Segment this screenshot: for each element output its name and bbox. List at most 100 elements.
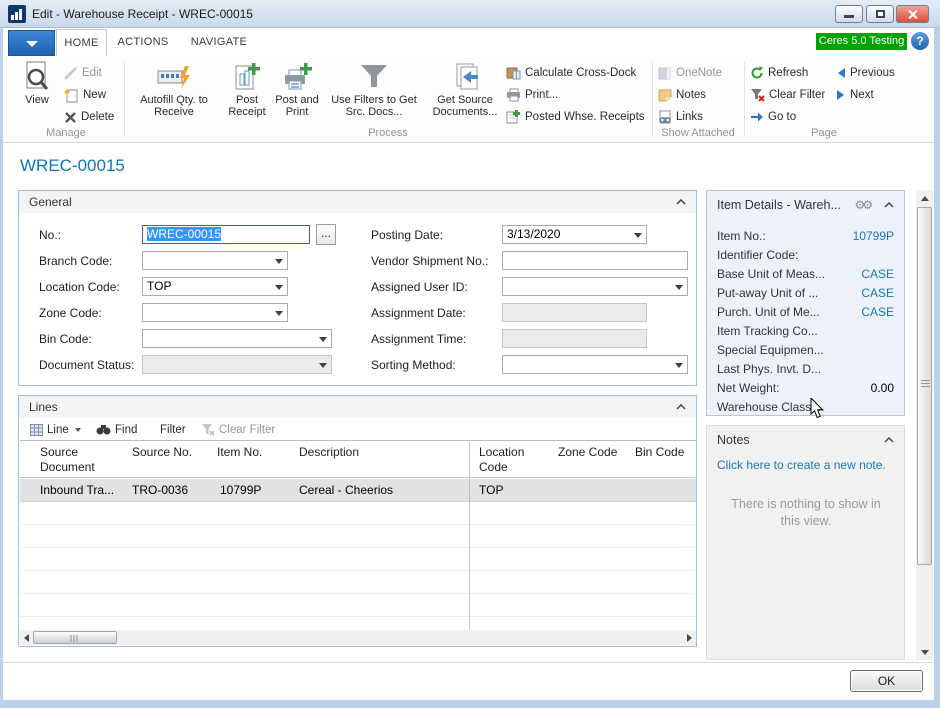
goto-button[interactable]: Go to: [750, 107, 796, 127]
empty-row[interactable]: [20, 548, 696, 571]
lines-clear-filter-button[interactable]: Clear Filter: [202, 420, 275, 439]
column-header-bin-code[interactable]: Bin Code: [635, 445, 684, 460]
calculate-cross-dock-button[interactable]: Calculate Cross-Dock: [506, 63, 636, 83]
bin-code-field[interactable]: [142, 329, 332, 348]
column-header-source-document[interactable]: Source Document: [40, 445, 120, 475]
print-button[interactable]: Print...: [506, 85, 558, 105]
branch-code-field[interactable]: [142, 251, 288, 270]
previous-button[interactable]: Previous: [836, 63, 895, 83]
delete-button[interactable]: Delete: [64, 107, 114, 127]
collapse-chevron-icon[interactable]: [676, 404, 686, 410]
dropdown-arrow-icon[interactable]: [275, 285, 283, 290]
lines-fasttab: Lines Line Find Filter Clear F: [18, 395, 697, 647]
tab-navigate[interactable]: NAVIGATE: [184, 29, 254, 56]
scroll-left-button[interactable]: [20, 630, 33, 645]
column-header-zone-code[interactable]: Zone Code: [558, 445, 617, 460]
application-menu-button[interactable]: [8, 30, 55, 56]
item-no-value[interactable]: 10799P: [853, 229, 894, 243]
create-note-link[interactable]: Click here to create a new note.: [717, 458, 886, 472]
identifier-code-label: Identifier Code:: [717, 248, 798, 262]
close-button[interactable]: [896, 5, 929, 23]
general-header[interactable]: General: [19, 191, 696, 213]
column-header-source-no[interactable]: Source No.: [132, 445, 192, 460]
empty-row[interactable]: [20, 525, 696, 548]
posting-date-field[interactable]: 3/13/2020: [502, 225, 647, 244]
item-tracking-label: Item Tracking Co...: [717, 324, 818, 338]
bin-code-label: Bin Code:: [39, 332, 92, 346]
clear-filter-icon: [750, 88, 765, 102]
post-and-print-button[interactable]: Post and Print: [270, 60, 324, 126]
empty-row[interactable]: [20, 571, 696, 594]
item-details-factbox: Item Details - Wareh... ⚙⚙ Item No.:1079…: [706, 190, 905, 416]
collapse-chevron-icon[interactable]: [884, 437, 894, 443]
get-source-documents-button[interactable]: Get Source Documents...: [424, 60, 506, 126]
empty-row[interactable]: [20, 594, 696, 617]
scroll-right-button[interactable]: [683, 630, 696, 645]
sticky-note-icon: [658, 89, 672, 102]
new-button[interactable]: New: [64, 85, 106, 105]
scroll-down-button[interactable]: [916, 644, 933, 660]
column-header-location-code[interactable]: Location Code: [479, 445, 543, 475]
post-receipt-button[interactable]: Post Receipt: [222, 60, 272, 126]
post-document-icon: [232, 60, 262, 94]
notes-button[interactable]: Notes: [658, 85, 706, 105]
dropdown-arrow-icon[interactable]: [675, 285, 683, 290]
branch-code-label: Branch Code:: [39, 254, 112, 268]
maximize-button[interactable]: [866, 5, 894, 23]
scrollbar-thumb[interactable]: [917, 207, 932, 565]
posted-whse-receipts-button[interactable]: Posted Whse. Receipts: [506, 107, 645, 127]
dropdown-arrow-icon[interactable]: [275, 259, 283, 264]
next-button[interactable]: Next: [836, 85, 874, 105]
gear-icon[interactable]: ⚙⚙: [854, 198, 870, 212]
column-header-item-no[interactable]: Item No.: [217, 445, 262, 460]
putaway-uom-value[interactable]: CASE: [861, 286, 894, 300]
find-button[interactable]: Find: [96, 420, 137, 439]
minimize-button[interactable]: [835, 5, 863, 23]
view-button[interactable]: View: [12, 60, 62, 126]
warehouse-class-label: Warehouse Class ...: [717, 400, 825, 414]
no-field[interactable]: WREC-00015: [142, 225, 310, 244]
sorting-method-field[interactable]: [502, 355, 688, 374]
table-row[interactable]: Inbound Tra... TRO-0036 10799P Cereal - …: [20, 479, 696, 502]
environment-badge: Ceres 5.0 Testing: [816, 33, 907, 50]
dropdown-arrow-icon[interactable]: [634, 233, 642, 238]
location-code-field[interactable]: TOP: [142, 277, 288, 296]
help-button[interactable]: ?: [911, 32, 929, 50]
assigned-user-id-field[interactable]: [502, 277, 688, 296]
edit-button[interactable]: Edit: [64, 63, 102, 83]
collapse-chevron-icon[interactable]: [676, 199, 686, 205]
onenote-button[interactable]: OneNote: [658, 63, 722, 83]
dropdown-arrow-icon[interactable]: [675, 363, 683, 368]
tab-home[interactable]: HOME: [56, 29, 107, 56]
no-assist-button[interactable]: ...: [316, 224, 336, 245]
use-filters-button[interactable]: Use Filters to Get Src. Docs...: [326, 60, 422, 126]
line-menu-button[interactable]: Line: [30, 420, 81, 439]
base-uom-value[interactable]: CASE: [861, 267, 894, 281]
autofill-qty-button[interactable]: Autofill Qty. to Receive: [128, 60, 220, 126]
empty-row[interactable]: [20, 502, 696, 525]
refresh-icon: [750, 66, 764, 80]
purch-uom-value[interactable]: CASE: [861, 305, 894, 319]
collapse-chevron-icon[interactable]: [884, 202, 894, 208]
clear-filter-button[interactable]: Clear Filter: [750, 85, 825, 105]
dropdown-arrow-icon[interactable]: [275, 311, 283, 316]
dropdown-arrow-icon[interactable]: [319, 337, 327, 342]
refresh-button[interactable]: Refresh: [750, 63, 808, 83]
lines-header[interactable]: Lines: [19, 396, 696, 418]
tab-actions[interactable]: ACTIONS: [114, 29, 172, 56]
app-window: Edit - Warehouse Receipt - WREC-00015 HO…: [0, 0, 940, 708]
zone-code-field[interactable]: [142, 303, 288, 322]
ok-button[interactable]: OK: [850, 670, 923, 692]
scroll-up-button[interactable]: [916, 190, 933, 206]
title-bar[interactable]: Edit - Warehouse Receipt - WREC-00015: [0, 0, 940, 28]
factbox-vertical-scrollbar[interactable]: [916, 190, 933, 660]
links-button[interactable]: Links: [658, 107, 703, 127]
vendor-shipment-no-field[interactable]: [502, 251, 688, 270]
column-header-description[interactable]: Description: [299, 445, 359, 460]
scrollbar-thumb[interactable]: [33, 631, 117, 644]
bottom-bar: OK: [0, 662, 940, 700]
window-title: Edit - Warehouse Receipt - WREC-00015: [32, 7, 253, 21]
putaway-uom-label: Put-away Unit of ...: [717, 286, 818, 300]
filter-button[interactable]: Filter: [160, 420, 186, 439]
lines-horizontal-scrollbar[interactable]: [20, 630, 696, 645]
